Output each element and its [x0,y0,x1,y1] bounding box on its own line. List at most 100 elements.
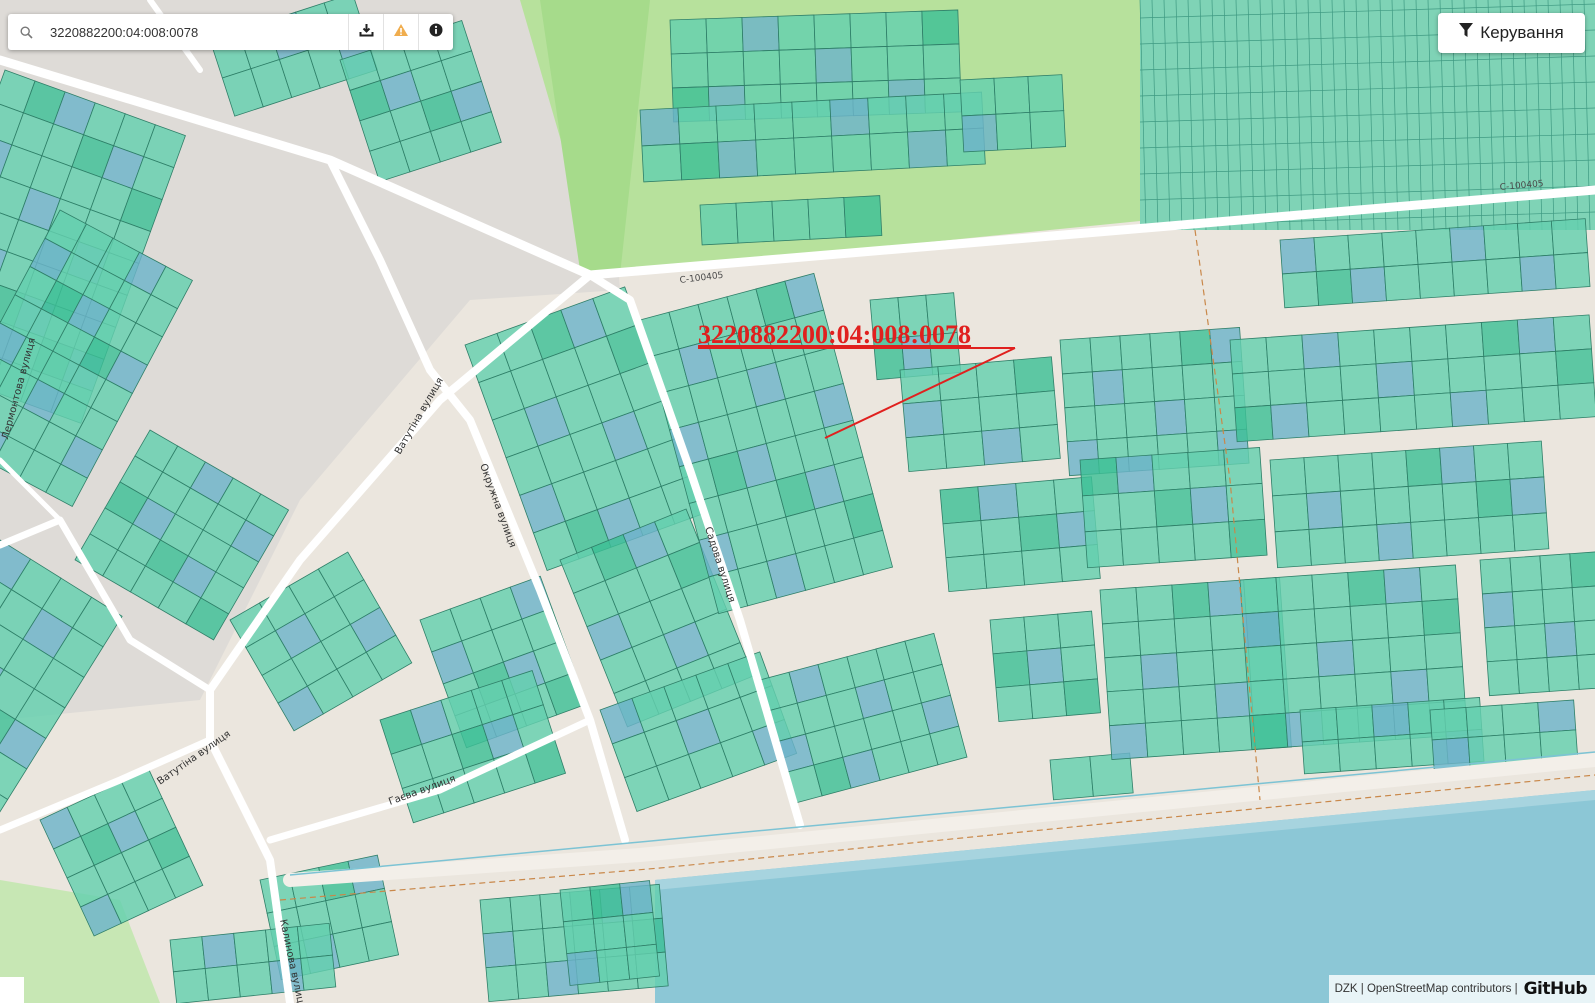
parcel[interactable] [1509,476,1547,516]
parcel[interactable] [1279,237,1317,275]
parcel[interactable] [1555,348,1595,386]
parcel[interactable] [939,486,982,525]
parcel[interactable] [1228,518,1268,559]
parcel[interactable] [1270,402,1310,440]
parcel[interactable] [1301,332,1341,370]
parcel[interactable] [1557,382,1595,420]
parcel[interactable] [1349,266,1387,304]
parcel[interactable] [1576,653,1595,690]
parcel[interactable] [1061,371,1096,409]
parcel[interactable] [1234,404,1274,443]
parcel[interactable] [1151,365,1185,402]
parcel[interactable] [1486,659,1520,697]
parcel[interactable] [1509,555,1543,593]
parcel[interactable] [995,684,1034,723]
parcel[interactable] [1269,457,1307,497]
parcel[interactable] [831,133,872,173]
parcel[interactable] [981,427,1023,466]
parcel[interactable] [482,930,517,969]
parcel[interactable] [1029,681,1068,720]
parcel[interactable] [1373,485,1412,526]
parcel[interactable] [562,918,597,955]
parcel[interactable] [1410,519,1448,559]
parcel[interactable] [959,77,997,117]
download-button[interactable] [348,14,383,50]
parcel[interactable] [1574,619,1595,656]
parcel[interactable] [479,896,514,935]
parcel[interactable] [622,911,657,948]
parcel[interactable] [1445,321,1485,360]
parcel[interactable] [1274,529,1312,569]
parcel[interactable] [1390,668,1430,707]
parcel[interactable] [1444,517,1482,557]
parcel[interactable] [1176,649,1216,688]
parcel[interactable] [902,400,945,439]
parcel[interactable] [1483,353,1523,391]
parcel[interactable] [1537,699,1577,733]
parcel[interactable] [1306,399,1346,438]
parcel[interactable] [1315,268,1354,306]
parcel[interactable] [1060,644,1098,683]
parcel[interactable] [169,936,206,973]
parcel[interactable] [1303,365,1343,404]
parcel[interactable] [1140,652,1180,690]
parcel[interactable] [1275,574,1315,612]
parcel[interactable] [1063,678,1101,717]
parcel[interactable] [1383,264,1421,302]
parcel[interactable] [1415,227,1453,265]
parcel[interactable] [753,101,795,141]
parcel[interactable] [1318,673,1358,712]
attribution-text[interactable]: DZK | OpenStreetMap contributors | [1335,983,1518,995]
parcel[interactable] [989,616,1028,655]
parcel[interactable] [1335,704,1375,740]
parcel[interactable] [1026,647,1065,686]
parcel[interactable] [1154,399,1188,436]
parcel[interactable] [885,10,924,47]
parcel[interactable] [1337,329,1377,367]
parcel[interactable] [1342,397,1382,435]
parcel[interactable] [639,107,681,147]
parcel[interactable] [1479,557,1513,595]
parcel[interactable] [995,111,1033,151]
parcel[interactable] [1447,355,1487,394]
parcel[interactable] [1109,722,1149,761]
parcel[interactable] [699,202,739,246]
parcel[interactable] [992,650,1031,689]
parcel[interactable] [1064,405,1098,443]
controls-button[interactable]: Керування [1438,13,1585,53]
parcel[interactable] [943,430,986,469]
parcel[interactable] [233,929,270,966]
parcel[interactable] [755,137,796,177]
parcel[interactable] [566,950,601,986]
parcel[interactable] [1347,232,1385,270]
parcel[interactable] [1475,478,1513,519]
parcel[interactable] [1120,526,1160,566]
parcel[interactable] [1342,524,1380,564]
parcel[interactable] [1156,523,1196,564]
parcel[interactable] [814,47,853,84]
parcel[interactable] [741,15,780,52]
parcel[interactable] [559,886,594,923]
parcel[interactable] [843,195,883,238]
parcel[interactable] [296,922,333,959]
parcel[interactable] [204,964,241,1001]
parcel[interactable] [1352,637,1392,675]
parcel[interactable] [1181,363,1215,400]
parcel[interactable] [705,17,744,54]
parcel[interactable] [1023,613,1062,652]
parcel[interactable] [742,49,781,86]
parcel[interactable] [1151,452,1191,492]
parcel[interactable] [1421,598,1461,636]
parcel[interactable] [1354,671,1394,709]
parcel[interactable] [771,198,811,242]
parcel[interactable] [1473,442,1511,483]
parcel[interactable] [670,52,709,89]
parcel[interactable] [1519,254,1557,292]
parcel[interactable] [1512,512,1550,552]
parcel[interactable] [1516,316,1557,355]
parcel[interactable] [977,482,1020,521]
parcel[interactable] [201,932,238,969]
parcel[interactable] [485,964,520,1003]
parcel[interactable] [706,51,745,88]
parcel[interactable] [1281,271,1320,309]
